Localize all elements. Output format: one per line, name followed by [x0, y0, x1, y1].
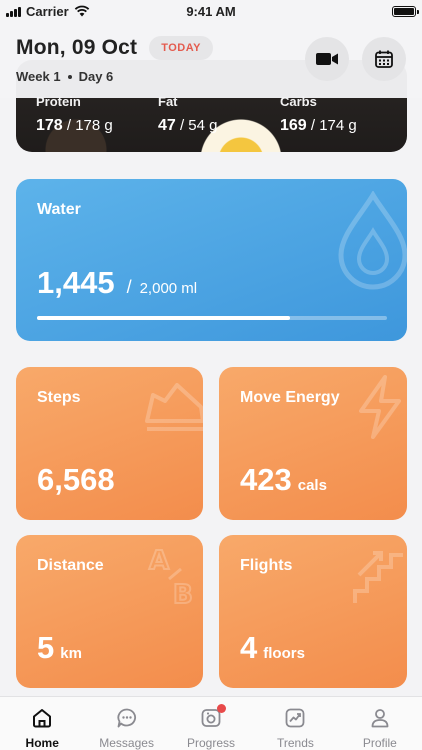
- protein-macro: Protein 178 / 178 g: [36, 94, 113, 135]
- camera-icon: [199, 704, 227, 730]
- tab-home[interactable]: Home: [0, 697, 84, 750]
- flights-value: 4: [240, 630, 258, 665]
- water-card[interactable]: Water 1,445 / 2,000 ml: [16, 179, 407, 341]
- distance-title: Distance: [37, 557, 104, 574]
- flights-title: Flights: [240, 557, 293, 574]
- move-energy-card[interactable]: Move Energy 423 cals: [219, 367, 407, 520]
- week-label: Week 1: [16, 69, 61, 84]
- carrier-label: Carrier: [26, 3, 69, 19]
- flights-card[interactable]: Flights 4 floors: [219, 535, 407, 688]
- move-energy-unit: cals: [297, 477, 327, 494]
- carbs-macro: Carbs 169 / 174 g: [280, 94, 357, 135]
- steps-value: 6,568: [37, 462, 115, 497]
- calendar-button[interactable]: [362, 37, 406, 81]
- day-label: Day 6: [78, 69, 114, 84]
- tab-messages[interactable]: Messages: [84, 697, 168, 750]
- carbs-goal: / 174 g: [310, 117, 357, 134]
- person-icon: [368, 706, 392, 730]
- water-progress-fill: [37, 316, 290, 320]
- progress-notification-badge: [217, 704, 227, 713]
- water-goal: 2,000 ml: [139, 280, 198, 297]
- signal-icon: [6, 6, 21, 17]
- wifi-icon: [74, 5, 89, 17]
- water-value: 1,445: [37, 265, 115, 300]
- protein-value: 178: [36, 117, 63, 134]
- distance-value: 5: [37, 630, 55, 665]
- battery-icon: [392, 5, 419, 17]
- fat-goal: / 54 g: [179, 117, 218, 134]
- tab-trends-label: Trends: [276, 736, 314, 750]
- tab-messages-label: Messages: [99, 736, 154, 750]
- stairs-icon: [353, 551, 403, 603]
- move-energy-value: 423: [240, 462, 292, 497]
- protein-goal: / 178 g: [66, 117, 113, 134]
- steps-title: Steps: [37, 389, 81, 406]
- home-icon: [30, 706, 54, 730]
- tab-profile-label: Profile: [362, 736, 397, 750]
- trend-chart-icon: [283, 706, 307, 730]
- tab-home-label: Home: [25, 736, 59, 750]
- video-camera-icon: [316, 53, 338, 65]
- svg-text:B: B: [173, 580, 193, 607]
- water-title: Water: [37, 201, 81, 218]
- week-day-label: Week 1 Day 6: [16, 69, 113, 84]
- date-title: Mon, 09 Oct: [16, 36, 138, 59]
- fat-macro: Fat 47 / 54 g: [158, 94, 218, 135]
- water-separator: /: [126, 277, 132, 297]
- distance-card[interactable]: AB Distance 5 km: [16, 535, 203, 688]
- carbs-value: 169: [280, 117, 307, 134]
- move-energy-title: Move Energy: [240, 389, 340, 406]
- shoe-icon: [145, 383, 203, 431]
- header: Carrier 9:41 AM Mon, 09 Oct TODAY Week 1…: [0, 0, 422, 98]
- a-to-b-icon: AB: [148, 545, 194, 607]
- today-badge[interactable]: TODAY: [149, 36, 214, 60]
- video-button[interactable]: [305, 37, 349, 81]
- water-drop-icon: [338, 191, 407, 290]
- status-time: 9:41 AM: [186, 3, 236, 19]
- tab-progress[interactable]: Progress: [169, 697, 253, 750]
- tab-trends[interactable]: Trends: [253, 697, 337, 750]
- tab-progress-label: Progress: [187, 736, 236, 750]
- distance-unit: km: [60, 645, 82, 662]
- svg-text:A: A: [149, 546, 169, 576]
- chat-icon: [115, 706, 139, 730]
- status-bar: Carrier 9:41 AM: [0, 0, 422, 22]
- steps-card[interactable]: Steps 6,568: [16, 367, 203, 520]
- lightning-icon: [359, 375, 401, 439]
- tab-profile[interactable]: Profile: [338, 697, 422, 750]
- flights-unit: floors: [263, 645, 305, 662]
- tab-bar: Home Messages Progress Trends Profile: [0, 696, 422, 750]
- water-progress-bar: [37, 316, 387, 320]
- calendar-icon: [375, 50, 393, 68]
- fat-value: 47: [158, 117, 176, 134]
